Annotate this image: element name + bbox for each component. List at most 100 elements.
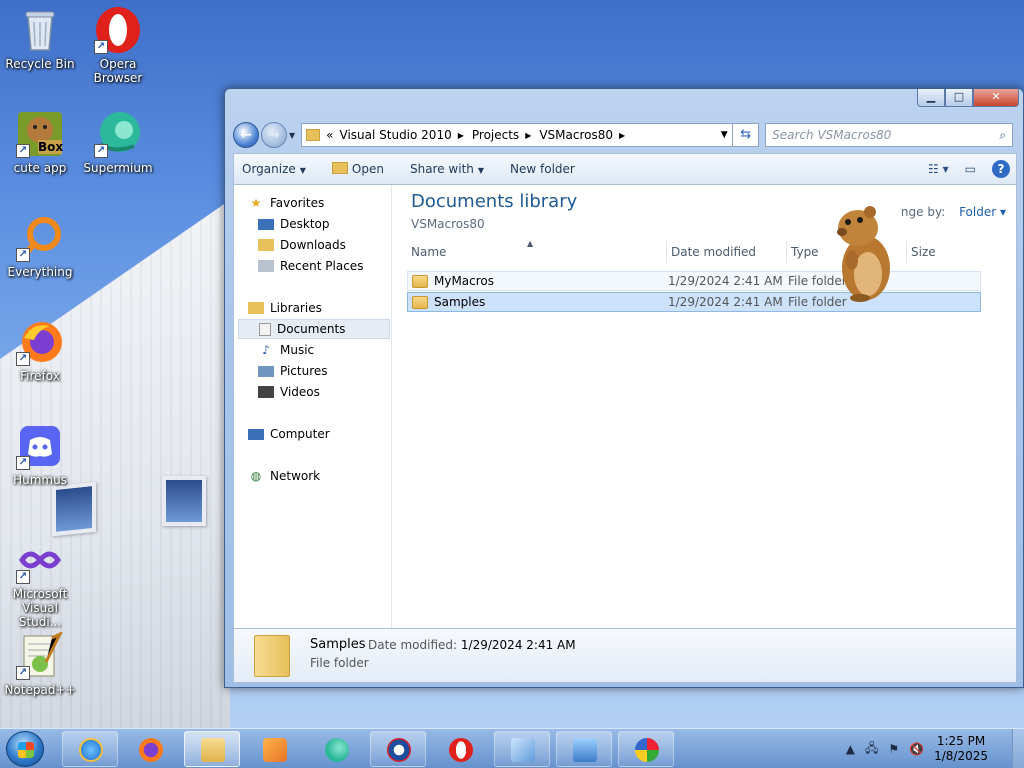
- breadcrumb-separator-icon[interactable]: ▶: [458, 131, 464, 140]
- network-icon[interactable]: 🖧: [865, 739, 878, 760]
- desktop-icon: [258, 218, 274, 230]
- maximize-button[interactable]: □: [945, 89, 973, 107]
- firefox-icon: ↗: [16, 318, 64, 366]
- folder-icon: [254, 635, 290, 677]
- desktop-icon-firefox[interactable]: ↗ Firefox: [0, 318, 80, 383]
- hamster-mascot-icon[interactable]: [832, 202, 896, 302]
- taskbar-media-player[interactable]: [246, 731, 302, 767]
- music-icon: ♪: [262, 343, 270, 357]
- content-area: ★ Favorites Desktop Downloads Recent Plac…: [233, 185, 1017, 629]
- wallpaper-window: [162, 476, 206, 526]
- volume-muted-icon[interactable]: 🔇: [909, 742, 924, 756]
- desktop-icon-cute-app[interactable]: ↗ Box cute app: [0, 110, 80, 175]
- file-list-pane: Documents library VSMacros80 nge by: Fol…: [393, 185, 1016, 628]
- share-with-button[interactable]: Share with ▼: [410, 162, 484, 176]
- taskbar-opera[interactable]: [432, 731, 488, 767]
- box-badge-text: Box: [38, 140, 64, 154]
- opera-icon: ↗: [94, 6, 142, 54]
- visual-studio-icon: ↗: [16, 536, 64, 584]
- recent-pages-icon[interactable]: ▼: [289, 131, 295, 140]
- paint-palette-icon: [635, 738, 659, 762]
- taskbar-explorer[interactable]: [184, 731, 240, 767]
- preview-pane-icon[interactable]: ▭: [965, 162, 976, 176]
- column-size[interactable]: Size: [907, 241, 987, 263]
- pictures-icon: [258, 365, 274, 377]
- breadcrumb-vsmacros80[interactable]: VSMacros80: [539, 128, 613, 142]
- breadcrumb-separator-icon[interactable]: ▶: [619, 131, 625, 140]
- folder-icon: [412, 295, 428, 309]
- nav-computer[interactable]: Computer: [248, 424, 406, 444]
- box-app-icon: ↗ Box: [16, 110, 64, 158]
- taskbar-remote-desktop[interactable]: [556, 731, 612, 767]
- desktop-icon-recycle-bin[interactable]: Recycle Bin: [0, 6, 80, 71]
- address-bar[interactable]: « Visual Studio 2010 ▶ Projects ▶ VSMacr…: [301, 123, 734, 147]
- nav-documents[interactable]: Documents: [238, 319, 390, 339]
- refresh-icon[interactable]: ⇆: [733, 123, 760, 147]
- supermium-icon: ↗: [94, 110, 142, 158]
- desktop-icon-notepadpp[interactable]: ↗ Notepad++: [0, 630, 80, 697]
- desktop-icon-hummus[interactable]: ↗ Hummus: [0, 422, 80, 487]
- desktop-icon-opera[interactable]: ↗ Opera Browser: [78, 6, 158, 85]
- show-hidden-icons-icon[interactable]: ▲: [846, 742, 855, 756]
- explorer-window[interactable]: ▁ □ ✕ ← → ▼ « Visual Studio 2010 ▶ Proje…: [224, 88, 1024, 688]
- forward-button[interactable]: →: [261, 122, 287, 148]
- taskbar-paint[interactable]: [618, 731, 674, 767]
- desktop-icon-label: Opera Browser: [93, 57, 143, 85]
- view-options-icon[interactable]: ☷ ▾: [928, 162, 949, 176]
- supermium-icon: [325, 738, 349, 762]
- nav-favorites[interactable]: ★ Favorites: [248, 193, 406, 213]
- breadcrumb-projects[interactable]: Projects: [472, 128, 519, 142]
- address-dropdown-icon[interactable]: ▼: [716, 130, 732, 140]
- address-chevron[interactable]: «: [326, 128, 333, 142]
- desktop-icon-label: cute app: [13, 161, 67, 175]
- nav-libraries[interactable]: Libraries: [248, 298, 406, 318]
- start-button[interactable]: [6, 731, 44, 767]
- taskbar-internet-explorer[interactable]: [62, 731, 118, 767]
- breadcrumb-visual-studio-2010[interactable]: Visual Studio 2010: [340, 128, 452, 142]
- search-icon[interactable]: ⌕: [999, 128, 1006, 143]
- campaign-logo-icon: [387, 738, 411, 762]
- app-window-icon: [511, 738, 535, 762]
- recycle-bin-icon: [16, 6, 64, 54]
- discord-icon: ↗: [16, 422, 64, 470]
- open-button[interactable]: Open: [331, 162, 384, 176]
- details-name: Samples: [310, 637, 366, 652]
- search-input[interactable]: Search VSMacros80 ⌕: [765, 123, 1014, 147]
- details-pane: Samples Date modified: 1/29/2024 2:41 AM…: [233, 629, 1017, 683]
- folder-icon: [306, 129, 321, 141]
- close-button[interactable]: ✕: [973, 89, 1019, 107]
- taskbar-obama-app[interactable]: [370, 731, 426, 767]
- column-date-modified[interactable]: Date modified: [667, 241, 787, 263]
- organize-button[interactable]: Organize ▼: [242, 162, 306, 176]
- help-icon[interactable]: ?: [992, 160, 1010, 178]
- minimize-button[interactable]: ▁: [917, 89, 945, 107]
- desktop-icon-visual-studio[interactable]: ↗ Microsoft Visual Studi...: [0, 536, 80, 629]
- new-folder-button[interactable]: New folder: [510, 162, 575, 176]
- desktop-icon-label: Microsoft Visual Studi...: [12, 587, 68, 629]
- nav-network[interactable]: ◍ Network: [248, 466, 406, 486]
- desktop-icon-label: Everything: [7, 265, 73, 279]
- media-player-icon: [263, 738, 287, 762]
- command-bar: Organize ▼ Open Share with ▼ New folder ☷ …: [233, 153, 1017, 185]
- desktop-icon-everything[interactable]: ↗ Everything: [0, 214, 80, 279]
- desktop-icon-label: Hummus: [13, 473, 67, 487]
- taskbar: ▲ 🖧 ⚑ 🔇 1:25 PM 1/8/2025: [0, 728, 1024, 768]
- back-button[interactable]: ←: [233, 122, 259, 148]
- action-center-flag-icon[interactable]: ⚑: [888, 742, 899, 756]
- details-type: File folder: [310, 656, 369, 670]
- breadcrumb-separator-icon[interactable]: ▶: [525, 131, 531, 140]
- folder-open-icon: [331, 162, 348, 174]
- show-desktop-button[interactable]: [1012, 729, 1024, 768]
- desktop-icon-supermium[interactable]: ↗ Supermium: [78, 110, 158, 175]
- libraries-icon: [248, 302, 264, 314]
- taskbar-firefox[interactable]: [122, 731, 178, 767]
- column-name[interactable]: Name ▲: [407, 239, 667, 263]
- arrange-by-dropdown[interactable]: Folder ▾: [959, 205, 1006, 219]
- windows-logo-icon: [18, 742, 34, 758]
- file-explorer-icon: [201, 738, 225, 762]
- navigation-pane: ★ Favorites Desktop Downloads Recent Plac…: [234, 185, 392, 628]
- taskbar-app-window[interactable]: [494, 731, 550, 767]
- clock[interactable]: 1:25 PM 1/8/2025: [934, 734, 988, 764]
- firefox-icon: [139, 738, 163, 762]
- taskbar-supermium[interactable]: [308, 731, 364, 767]
